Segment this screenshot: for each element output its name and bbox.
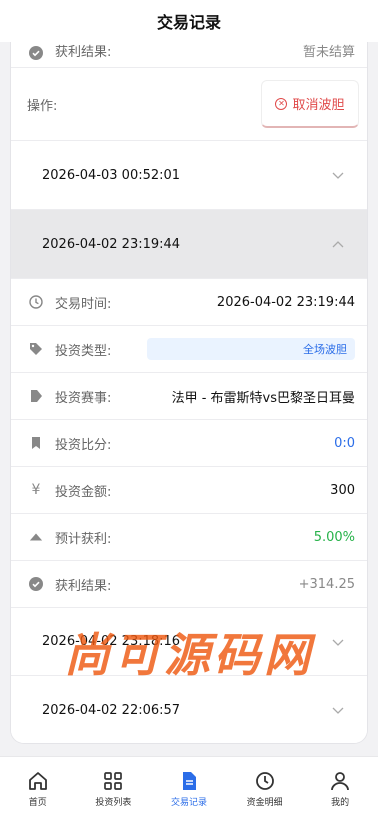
- grid-icon: [104, 772, 123, 790]
- tab-invest-list[interactable]: 投资列表: [76, 757, 152, 819]
- top-bar: 交易记录: [0, 0, 378, 42]
- event-value: 法甲 - 布雷斯特vs巴黎圣日耳曼: [171, 390, 355, 406]
- chevron-down-icon: [332, 639, 344, 646]
- home-icon: [28, 772, 47, 790]
- cancel-bet-button[interactable]: ✕ 取消波胆: [261, 80, 359, 128]
- record-datetime: 2026-04-02 22:06:57: [42, 702, 181, 718]
- tab-label: 交易记录: [170, 798, 207, 808]
- tab-trade-records[interactable]: 交易记录: [151, 757, 227, 819]
- amount-label: 投资金额:: [55, 484, 112, 500]
- tab-label: 我的: [331, 798, 350, 808]
- detail-time-row: 交易时间: 2026-04-02 23:19:44: [11, 279, 367, 326]
- clock-icon: [29, 295, 43, 309]
- detail-type-row: 投资类型: 全场波胆: [11, 326, 367, 373]
- tab-label: 资金明细: [246, 798, 283, 808]
- tab-label: 首页: [28, 798, 47, 808]
- cancel-bet-label: 取消波胆: [292, 98, 345, 113]
- time-value: 2026-04-02 23:19:44: [216, 294, 355, 310]
- chevron-up-icon: [332, 241, 344, 248]
- detail-result-row: 获利结果: +314.25: [11, 561, 367, 608]
- check-circle-icon: [29, 46, 43, 60]
- detail-event-row: 投资赛事: 法甲 - 布雷斯特vs巴黎圣日耳曼: [11, 373, 367, 420]
- bottom-tab-bar: 首页 投资列表 交易记录 资金明细 我的: [0, 756, 378, 819]
- profit-rate-label: 预计获利:: [55, 531, 112, 547]
- close-circle-icon: ✕: [275, 97, 288, 110]
- detail-amount-row: ¥ 投资金额: 300: [11, 467, 367, 514]
- chevron-down-icon: [332, 707, 344, 714]
- bookmark-icon: [29, 436, 43, 450]
- tag-icon: [29, 342, 43, 356]
- document-icon: [182, 772, 196, 790]
- detail-score-row: 投资比分: 0:0: [11, 420, 367, 467]
- user-icon: [331, 772, 350, 791]
- clock-icon: [255, 772, 274, 790]
- action-label: 操作:: [27, 98, 58, 114]
- record-header-expanded[interactable]: 2026-04-02 23:19:44: [11, 210, 367, 279]
- tab-fund-details[interactable]: 资金明细: [227, 757, 303, 819]
- flag-icon: [29, 389, 43, 403]
- records-card: 获利结果: 暂未结算 操作: ✕ 取消波胆 2026-04-03 00:52:0…: [10, 30, 368, 744]
- tab-mine[interactable]: 我的: [302, 757, 378, 819]
- record-datetime: 2026-04-03 00:52:01: [42, 167, 181, 183]
- record-header[interactable]: 2026-04-03 00:52:01: [11, 141, 367, 210]
- result-value: 暂未结算: [302, 45, 355, 60]
- records-scroll[interactable]: 获利结果: 暂未结算 操作: ✕ 取消波胆 2026-04-03 00:52:0…: [0, 30, 378, 756]
- record-datetime: 2026-04-02 23:19:44: [42, 236, 181, 252]
- amount-value: 300: [330, 482, 355, 498]
- type-badge: 全场波胆: [147, 338, 355, 360]
- triangle-up-icon: [29, 530, 43, 544]
- score-value: 0:0: [334, 435, 355, 451]
- record-header[interactable]: 2026-04-02 23:18:16: [11, 608, 367, 676]
- type-label: 投资类型:: [55, 343, 112, 359]
- tab-label: 投资列表: [95, 798, 132, 808]
- profit-rate-value: 5.00%: [313, 529, 355, 545]
- time-label: 交易时间:: [55, 296, 112, 312]
- score-label: 投资比分:: [55, 437, 112, 453]
- event-label: 投资赛事:: [55, 390, 112, 406]
- record-datetime: 2026-04-02 23:18:16: [42, 634, 181, 649]
- page-title: 交易记录: [156, 13, 221, 32]
- result-value: +314.25: [298, 576, 355, 592]
- chevron-down-icon: [332, 172, 344, 179]
- detail-profit-rate-row: 预计获利: 5.00%: [11, 514, 367, 561]
- yen-icon: ¥: [31, 482, 41, 498]
- result-label: 获利结果:: [55, 578, 112, 594]
- tab-home[interactable]: 首页: [0, 757, 76, 819]
- record-header[interactable]: 2026-04-02 22:06:57: [11, 676, 367, 743]
- action-row: 操作: ✕ 取消波胆: [11, 68, 367, 141]
- result-label: 获利结果:: [55, 45, 112, 60]
- check-circle-icon: [29, 577, 43, 591]
